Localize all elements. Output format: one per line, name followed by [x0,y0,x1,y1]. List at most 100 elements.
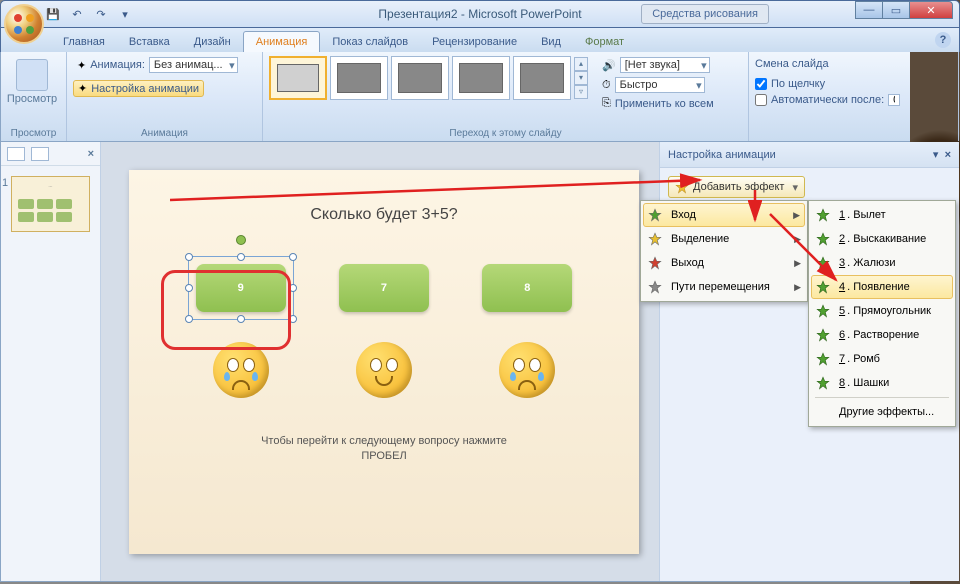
menu-item-Вход[interactable]: Вход▶ [643,203,805,227]
add-effect-button[interactable]: Добавить эффект [668,176,805,198]
custom-animation-button[interactable]: ✦Настройка анимации [73,80,204,97]
slide-title[interactable]: Сколько будет 3+5? [129,206,639,224]
effect-item-4[interactable]: 4. Появление [811,275,953,299]
minimize-button[interactable]: — [855,1,883,19]
emoji-sad[interactable] [499,342,555,398]
gallery-up-icon[interactable]: ▴ [574,57,588,71]
speed-icon: ⏱ [602,79,611,92]
animation-combo[interactable]: Без анимац... [149,57,238,73]
taskpane-close-icon[interactable]: × [945,149,951,161]
resize-handle[interactable] [289,253,297,261]
menu-item-Выделение[interactable]: Выделение▶ [643,227,805,251]
submenu-arrow-icon: ▶ [793,210,800,221]
menu-label: 2. Выскакивание [839,233,926,245]
menu-label: 3. Жалюзи [839,257,896,269]
taskpane-menu-icon[interactable]: ▾ [933,148,939,161]
effect-item-3[interactable]: 3. Жалюзи [811,251,953,275]
save-icon[interactable]: 💾 [43,4,63,24]
transition-none[interactable] [269,56,327,100]
gallery-more-icon[interactable]: ▿ [574,85,588,99]
panel-close-icon[interactable]: × [88,148,94,160]
transition-item[interactable] [330,56,388,100]
sound-combo[interactable]: [Нет звука] [620,57,710,73]
effect-item-5[interactable]: 5. Прямоугольник [811,299,953,323]
on-click-label: По щелчку [771,78,825,90]
tab-animation[interactable]: Анимация [243,31,321,52]
answer-button-3[interactable]: 8 [482,264,572,312]
star-icon [815,279,831,295]
answer-button-2[interactable]: 7 [339,264,429,312]
tab-format[interactable]: Формат [573,32,636,52]
menu-label: Выделение [671,233,729,245]
emoji-sad[interactable] [213,342,269,398]
tab-view[interactable]: Вид [529,32,573,52]
window-title: Презентация2 - Microsoft PowerPoint [378,7,581,21]
star-icon [647,255,663,271]
gallery-down-icon[interactable]: ▾ [574,71,588,85]
slide-hint[interactable]: Чтобы перейти к следующему вопросу нажми… [129,434,639,465]
resize-handle[interactable] [185,253,193,261]
undo-icon[interactable]: ↶ [67,4,87,24]
transition-item[interactable] [513,56,571,100]
resize-handle[interactable] [237,253,245,261]
effect-item-8[interactable]: 8. Шашки [811,371,953,395]
add-effect-label: Добавить эффект [693,181,784,193]
help-icon[interactable]: ? [935,32,951,48]
rotate-handle[interactable] [236,235,246,245]
slide-canvas[interactable]: Сколько будет 3+5? 9 [101,142,659,581]
menu-label: 1. Вылет [839,209,886,221]
star-icon [815,303,831,319]
ribbon-tabs: Главная Вставка Дизайн Анимация Показ сл… [0,28,960,52]
advance-title: Смена слайда [755,58,829,70]
resize-handle[interactable] [185,284,193,292]
tab-review[interactable]: Рецензирование [420,32,529,52]
on-click-checkbox[interactable]: По щелчку [755,78,825,90]
menu-item-Пути перемещения[interactable]: Пути перемещения▶ [643,275,805,299]
tab-design[interactable]: Дизайн [182,32,243,52]
qat-more-icon[interactable]: ▾ [115,4,135,24]
slide: Сколько будет 3+5? 9 [129,170,639,554]
slide-thumbnail[interactable]: 1 ... [11,176,90,232]
star-icon [815,327,831,343]
star-icon [647,207,663,223]
transition-item[interactable] [391,56,449,100]
auto-after-label: Автоматически после: [771,94,884,106]
effect-item-1[interactable]: 1. Вылет [811,203,953,227]
answer-value: 7 [381,282,387,294]
effect-item-2[interactable]: 2. Выскакивание [811,227,953,251]
answer-button-1[interactable]: 9 [196,264,286,312]
resize-handle[interactable] [289,284,297,292]
menu-item-Выход[interactable]: Выход▶ [643,251,805,275]
star-icon [815,255,831,271]
maximize-button[interactable]: ▭ [882,1,910,19]
outline-tab-icon[interactable] [31,147,49,161]
star-icon [815,375,831,391]
transition-gallery[interactable]: ▴▾▿ [269,56,588,100]
speed-combo[interactable]: Быстро [615,77,705,93]
slides-tab-icon[interactable] [7,147,25,161]
redo-icon[interactable]: ↷ [91,4,111,24]
apply-all-button[interactable]: ⎘Применить ко всем [598,96,718,111]
tab-slideshow[interactable]: Показ слайдов [320,32,420,52]
tab-insert[interactable]: Вставка [117,32,182,52]
resize-handle[interactable] [185,315,193,323]
effect-item-6[interactable]: 6. Растворение [811,323,953,347]
tab-home[interactable]: Главная [51,32,117,52]
resize-handle[interactable] [237,315,245,323]
submenu-arrow-icon: ▶ [794,282,801,293]
office-button[interactable] [4,4,44,44]
context-tab-label: Средства рисования [641,4,769,24]
resize-handle[interactable] [289,315,297,323]
transition-item[interactable] [452,56,510,100]
emoji-happy[interactable] [356,342,412,398]
close-button[interactable]: ✕ [909,1,953,19]
auto-after-time[interactable] [888,94,900,106]
auto-after-checkbox[interactable]: Автоматически после: [755,94,900,106]
preview-button[interactable]: Просмотр [7,56,57,108]
preview-icon [16,59,48,91]
more-effects-item[interactable]: Другие эффекты... [811,400,953,424]
menu-label: 8. Шашки [839,377,889,389]
menu-label: 4. Появление [839,281,910,293]
effect-item-7[interactable]: 7. Ромб [811,347,953,371]
group-transition: Переход к этому слайду [263,128,748,139]
